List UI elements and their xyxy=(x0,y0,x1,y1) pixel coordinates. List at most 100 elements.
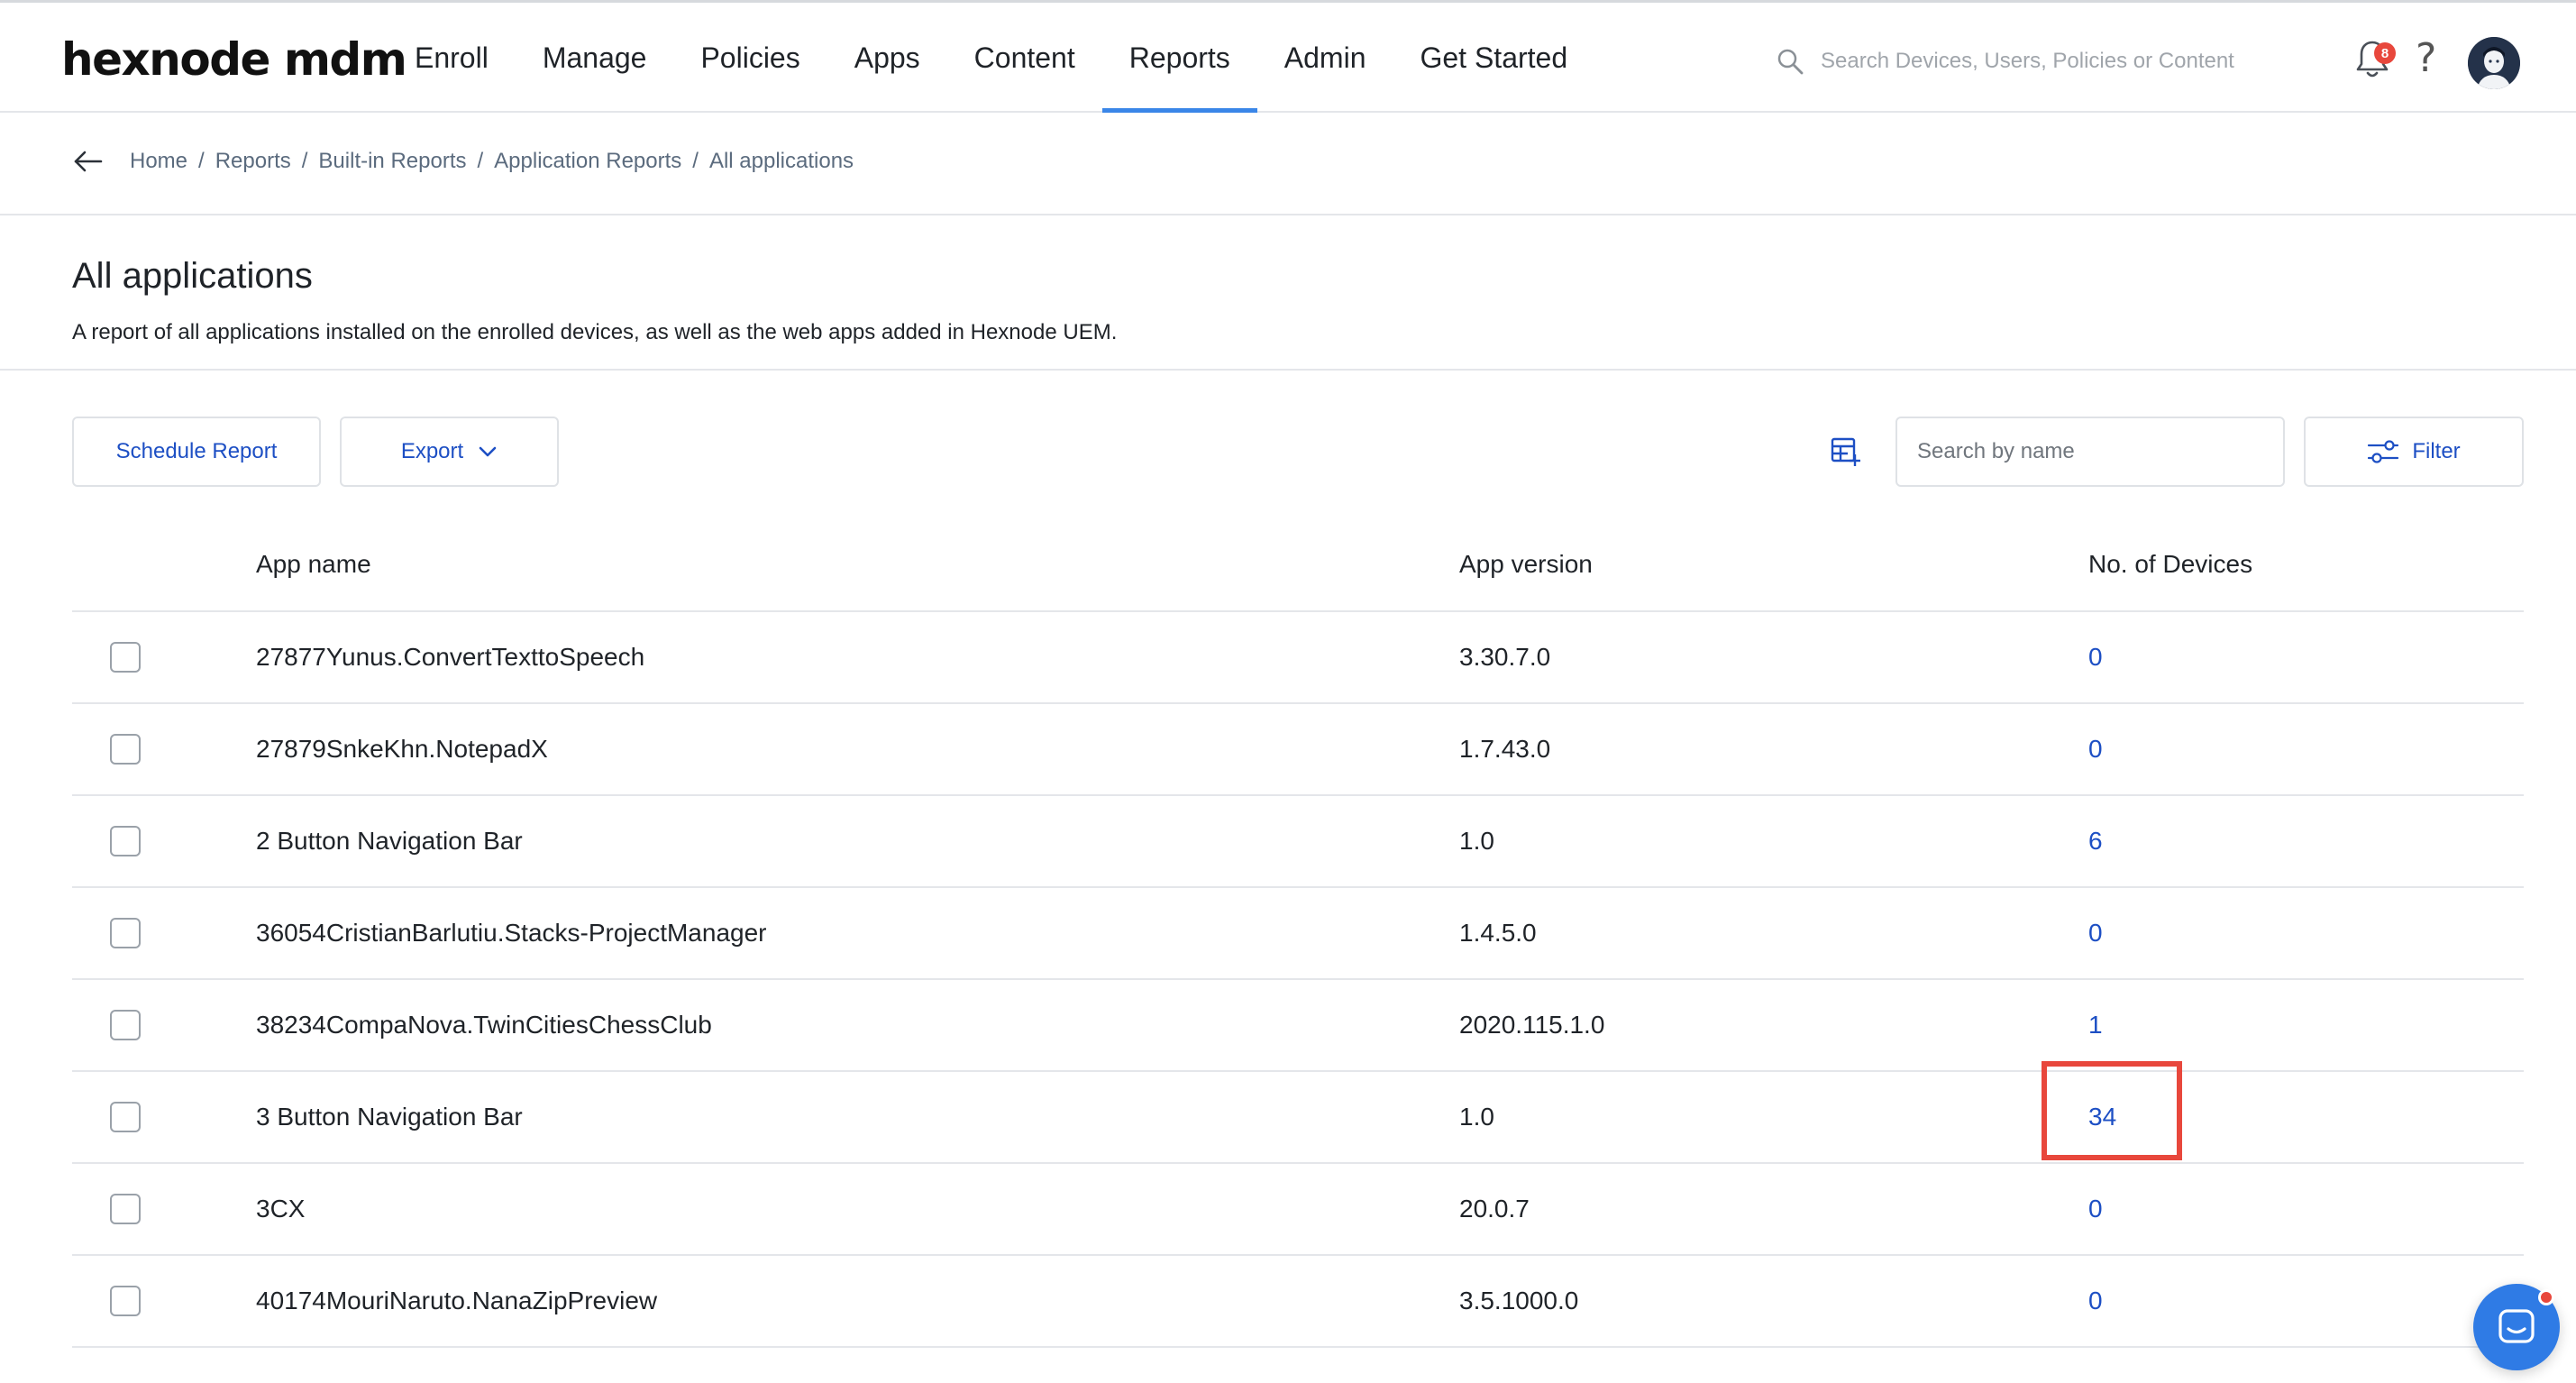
app-version-cell: 1.0 xyxy=(1459,827,1494,855)
breadcrumb-separator: / xyxy=(692,149,699,173)
nav-manage[interactable]: Manage xyxy=(516,3,674,113)
breadcrumb-all-applications: All applications xyxy=(708,149,854,173)
device-count-link[interactable]: 0 xyxy=(2088,919,2103,947)
row-checkbox[interactable] xyxy=(110,1102,141,1132)
nav-admin[interactable]: Admin xyxy=(1257,3,1393,113)
devices-cell: 1 xyxy=(2088,1011,2521,1040)
app-version-cell: 1.7.43.0 xyxy=(1459,735,1551,763)
devices-cell: 6 xyxy=(2088,827,2521,856)
row-select-cell xyxy=(72,1286,256,1316)
breadcrumb: Home / Reports / Built-in Reports / Appl… xyxy=(130,149,854,174)
row-select-cell xyxy=(72,826,256,856)
export-button[interactable]: Export xyxy=(340,417,559,487)
help-icon[interactable]: ? xyxy=(2416,35,2436,81)
app-name-cell: 40174MouriNaruto.NanaZipPreview xyxy=(256,1287,658,1314)
nav-enroll[interactable]: Enroll xyxy=(388,3,516,113)
device-count-link[interactable]: 0 xyxy=(2088,643,2103,671)
device-count-link[interactable]: 0 xyxy=(2088,1287,2103,1314)
breadcrumb-built-in-reports[interactable]: Built-in Reports xyxy=(318,149,466,174)
row-select-cell xyxy=(72,1102,256,1132)
device-count-link[interactable]: 0 xyxy=(2088,735,2103,763)
top-navigation-bar: hexnode mdm Enroll Manage Policies Apps … xyxy=(0,0,2576,113)
table-header-row: App name App version No. of Devices xyxy=(72,518,2524,612)
device-count-link[interactable]: 0 xyxy=(2088,1195,2103,1223)
nav-reports[interactable]: Reports xyxy=(1101,3,1257,113)
nav-get-started[interactable]: Get Started xyxy=(1393,3,1594,113)
device-count-link[interactable]: 6 xyxy=(2088,827,2103,855)
table-row: 27877Yunus.ConvertTexttoSpeech 3.30.7.0 … xyxy=(72,612,2524,704)
search-icon xyxy=(1777,49,1804,75)
main-nav: Enroll Manage Policies Apps Content Repo… xyxy=(388,3,1594,113)
device-count-link[interactable]: 1 xyxy=(2088,1011,2103,1039)
column-header-app-name[interactable]: App name xyxy=(256,550,1459,579)
devices-cell: 0 xyxy=(2088,735,2521,764)
breadcrumb-home[interactable]: Home xyxy=(130,149,187,174)
page-title: All applications xyxy=(72,256,313,296)
row-checkbox[interactable] xyxy=(110,826,141,856)
app-version-cell: 1.0 xyxy=(1459,1103,1494,1131)
nav-content[interactable]: Content xyxy=(947,3,1102,113)
app-name-cell: 36054CristianBarlutiu.Stacks-ProjectMana… xyxy=(256,919,767,947)
app-version-cell: 1.4.5.0 xyxy=(1459,919,1537,947)
table-row: 38234CompaNova.TwinCitiesChessClub 2020.… xyxy=(72,980,2524,1072)
filter-button[interactable]: Filter xyxy=(2304,417,2524,487)
user-avatar[interactable] xyxy=(2468,37,2520,89)
app-version-cell: 2020.115.1.0 xyxy=(1459,1011,1605,1039)
column-header-app-version[interactable]: App version xyxy=(1459,550,2088,579)
devices-cell: 0 xyxy=(2088,1287,2521,1315)
chat-icon xyxy=(2498,1309,2535,1343)
applications-table: App name App version No. of Devices 2787… xyxy=(72,518,2524,1348)
breadcrumb-application-reports[interactable]: Application Reports xyxy=(494,149,681,174)
app-name-cell: 3 Button Navigation Bar xyxy=(256,1103,523,1131)
row-checkbox[interactable] xyxy=(110,642,141,673)
table-row: 36054CristianBarlutiu.Stacks-ProjectMana… xyxy=(72,888,2524,980)
table-row: 27879SnkeKhn.NotepadX 1.7.43.0 0 xyxy=(72,704,2524,796)
filter-sliders-icon xyxy=(2368,440,2399,463)
global-search-input[interactable] xyxy=(1821,49,2271,74)
device-count-link-highlighted[interactable]: 34 xyxy=(2088,1103,2116,1131)
chevron-down-icon xyxy=(479,446,497,457)
app-name-cell: 3CX xyxy=(256,1195,306,1223)
devices-cell: 34 xyxy=(2042,1061,2521,1160)
table-row: 3 Button Navigation Bar 1.0 34 xyxy=(72,1061,2524,1164)
app-version-cell: 20.0.7 xyxy=(1459,1195,1530,1223)
row-select-cell xyxy=(72,642,256,673)
breadcrumb-separator: / xyxy=(198,149,205,173)
row-checkbox[interactable] xyxy=(110,734,141,765)
row-checkbox[interactable] xyxy=(110,918,141,948)
devices-cell: 0 xyxy=(2088,1195,2521,1223)
back-arrow-icon xyxy=(74,151,103,172)
notifications-button[interactable]: 8 xyxy=(2354,37,2396,84)
schedule-report-button[interactable]: Schedule Report xyxy=(72,417,321,487)
row-checkbox[interactable] xyxy=(110,1194,141,1224)
column-settings-button[interactable] xyxy=(1830,436,1862,472)
search-by-name-input[interactable] xyxy=(1895,417,2285,487)
breadcrumb-separator: / xyxy=(477,149,484,173)
table-row: 3CX 20.0.7 0 xyxy=(72,1164,2524,1256)
row-checkbox[interactable] xyxy=(110,1286,141,1316)
app-version-cell: 3.5.1000.0 xyxy=(1459,1287,1579,1314)
column-header-no-of-devices[interactable]: No. of Devices xyxy=(2088,550,2521,579)
breadcrumb-separator: / xyxy=(301,149,308,173)
row-select-cell xyxy=(72,734,256,765)
global-search xyxy=(1776,39,2280,84)
table-row: 2 Button Navigation Bar 1.0 6 xyxy=(72,796,2524,888)
nav-policies[interactable]: Policies xyxy=(673,3,827,113)
devices-cell: 0 xyxy=(2088,643,2521,672)
row-select-cell xyxy=(72,918,256,948)
page-description: A report of all applications installed o… xyxy=(72,320,1118,344)
table-row: 40174MouriNaruto.NanaZipPreview 3.5.1000… xyxy=(72,1256,2524,1348)
app-version-cell: 3.30.7.0 xyxy=(1459,643,1551,671)
export-label: Export xyxy=(400,439,464,463)
row-select-cell xyxy=(72,1010,256,1040)
breadcrumb-reports[interactable]: Reports xyxy=(215,149,291,174)
row-select-cell xyxy=(72,1194,256,1224)
nav-apps[interactable]: Apps xyxy=(827,3,947,113)
notification-count-badge: 8 xyxy=(2374,42,2396,64)
hexnode-logo[interactable]: hexnode mdm xyxy=(61,33,407,86)
app-name-cell: 27879SnkeKhn.NotepadX xyxy=(256,735,548,763)
back-button[interactable] xyxy=(72,147,105,180)
row-checkbox[interactable] xyxy=(110,1010,141,1040)
chat-launcher-button[interactable] xyxy=(2473,1284,2560,1370)
breadcrumb-bar: Home / Reports / Built-in Reports / Appl… xyxy=(0,114,2576,215)
